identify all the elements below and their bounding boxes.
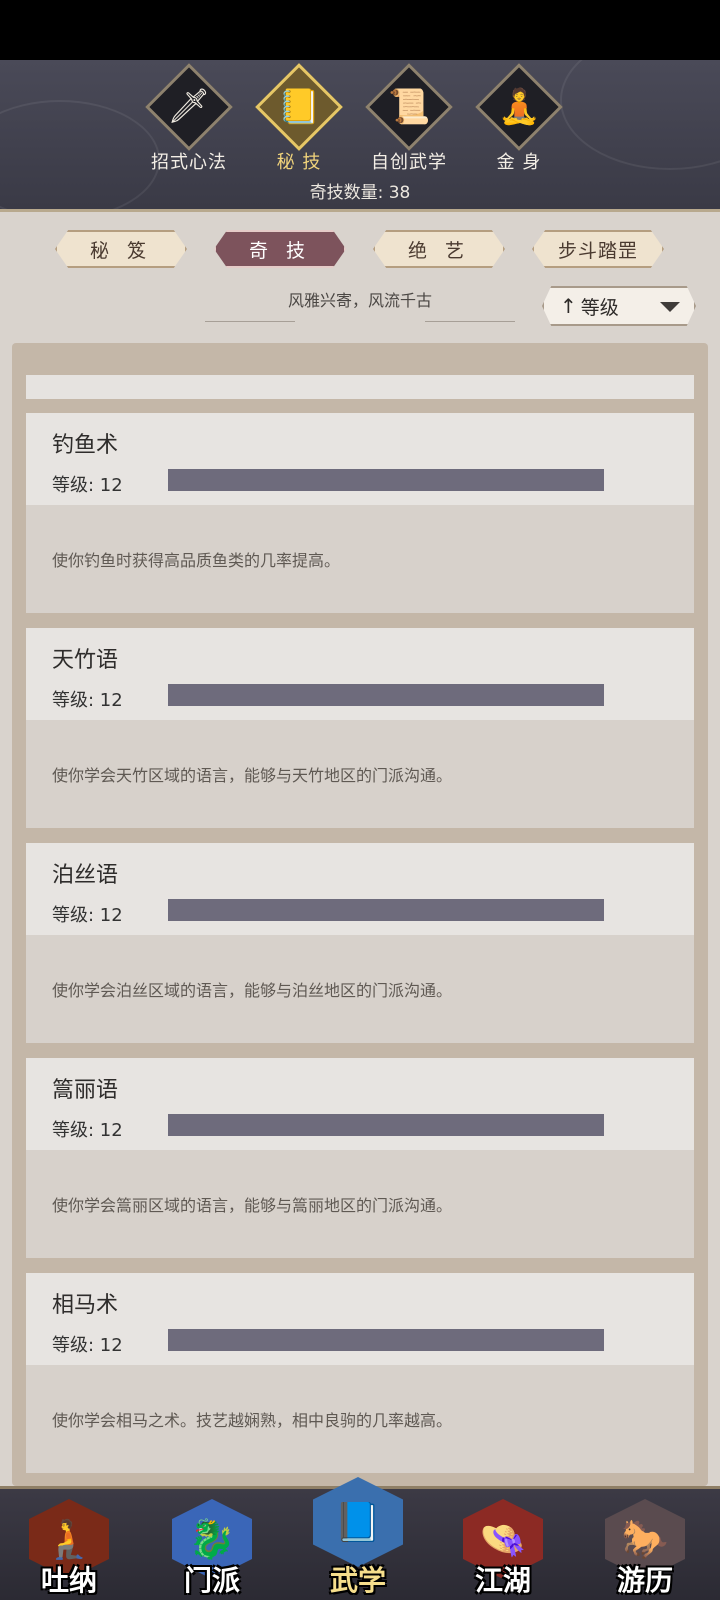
meditation-icon: 🧘 [497, 87, 541, 127]
level-bar [168, 1114, 604, 1136]
skill-level: 等级: 12 [52, 690, 123, 711]
list-item[interactable]: 泊丝语 等级: 12 使你学会泊丝区域的语言，能够与泊丝地区的门派沟通。 [26, 843, 694, 1043]
level-bar-fill [168, 469, 604, 491]
category-golden-body[interactable]: 🧘 金 身 [469, 63, 569, 174]
skill-level: 等级: 12 [52, 905, 123, 926]
tab-arts[interactable]: 绝 艺 [373, 230, 505, 268]
status-bar [0, 0, 720, 60]
sub-tabs: 秘 笈 奇 技 绝 艺 步斗踏罡 [0, 230, 720, 270]
book-icon: 📒 [277, 87, 321, 127]
nav-label: 门派 [183, 1564, 240, 1597]
category-custom-martial[interactable]: 📜 自创武学 [359, 63, 459, 174]
category-label: 自创武学 [371, 152, 447, 173]
tab-steps[interactable]: 步斗踏罡 [532, 230, 664, 268]
nav-label: 游历 [616, 1564, 673, 1597]
skill-description: 使你学会泊丝区域的语言，能够与泊丝地区的门派沟通。 [52, 981, 453, 1000]
level-bar-fill [168, 684, 604, 706]
chevron-down-icon [660, 302, 680, 312]
nav-label: 武学 [329, 1564, 386, 1597]
category-header: 🗡 招式心法 📒 秘 技 📜 自创武学 🧘 金 身 奇技数量: 38 [0, 60, 720, 212]
sword-icon: 🗡 [167, 86, 211, 127]
list-item[interactable]: 天竹语 等级: 12 使你学会天竹区域的语言，能够与天竹地区的门派沟通。 [26, 628, 694, 828]
skill-name: 钓鱼术 [52, 433, 119, 458]
skill-description: 使你学会天竹区域的语言，能够与天竹地区的门派沟通。 [52, 766, 453, 785]
nav-martial-arts[interactable]: 📘 武学 [303, 1477, 413, 1600]
list-item[interactable]: 钓鱼术 等级: 12 使你钓鱼时获得高品质鱼类的几率提高。 [26, 413, 694, 613]
sort-label: 等级 [580, 296, 619, 319]
skill-name: 篙丽语 [52, 1078, 119, 1103]
level-bar-fill [168, 899, 604, 921]
sort-dropdown[interactable]: ↑ 等级 [542, 286, 696, 326]
level-bar [168, 469, 604, 491]
manual-books-icon: 📘 [313, 1477, 403, 1567]
level-bar [168, 899, 604, 921]
skill-description: 使你学会篙丽区域的语言，能够与篙丽地区的门派沟通。 [52, 1196, 453, 1215]
divider [425, 321, 515, 322]
skill-count: 奇技数量: 38 [309, 183, 411, 203]
skill-description: 使你学会相马之术。技艺越娴熟，相中良驹的几率越高。 [52, 1411, 453, 1430]
category-moves[interactable]: 🗡 招式心法 [139, 63, 239, 174]
level-bar-fill [168, 1114, 604, 1136]
tab-manuals[interactable]: 秘 笈 [55, 230, 187, 268]
level-bar [168, 1329, 604, 1351]
level-bar [168, 684, 604, 706]
nav-breathing[interactable]: 🧎 吐纳 [14, 1489, 124, 1600]
motto-text: 风雅兴寄，风流千古 [287, 291, 432, 310]
nav-jianghu[interactable]: 👒 江湖 [448, 1489, 558, 1600]
nav-label: 江湖 [474, 1564, 531, 1597]
category-label: 秘 技 [276, 152, 322, 173]
category-label: 招式心法 [151, 152, 227, 173]
list-item[interactable]: 篙丽语 等级: 12 使你学会篙丽区域的语言，能够与篙丽地区的门派沟通。 [26, 1058, 694, 1258]
tab-special-skills[interactable]: 奇 技 [214, 230, 346, 268]
skill-level: 等级: 12 [52, 1120, 123, 1141]
bottom-nav: 🧎 吐纳 🐉 门派 📘 武学 👒 江湖 🐎 游历 [0, 1477, 720, 1600]
list-item[interactable]: 相马术 等级: 12 使你学会相马之术。技艺越娴熟，相中良驹的几率越高。 [26, 1273, 694, 1473]
skill-level: 等级: 12 [52, 475, 123, 496]
skill-description: 使你钓鱼时获得高品质鱼类的几率提高。 [52, 551, 341, 570]
category-label: 金 身 [496, 152, 542, 173]
arrow-up-icon: ↑ [560, 294, 577, 318]
decor-swirl [560, 60, 720, 170]
skill-name: 相马术 [52, 1293, 119, 1318]
divider [205, 321, 295, 322]
level-bar-fill [168, 1329, 604, 1351]
skill-name: 泊丝语 [52, 863, 119, 888]
scroll-icon: 📜 [387, 87, 431, 127]
nav-label: 吐纳 [40, 1564, 97, 1597]
category-secret-skills[interactable]: 📒 秘 技 [249, 63, 349, 174]
list-item-partial [26, 375, 694, 399]
skill-name: 天竹语 [52, 648, 119, 673]
skill-level: 等级: 12 [52, 1335, 123, 1356]
nav-sect[interactable]: 🐉 门派 [157, 1489, 267, 1600]
nav-travel[interactable]: 🐎 游历 [590, 1489, 700, 1600]
